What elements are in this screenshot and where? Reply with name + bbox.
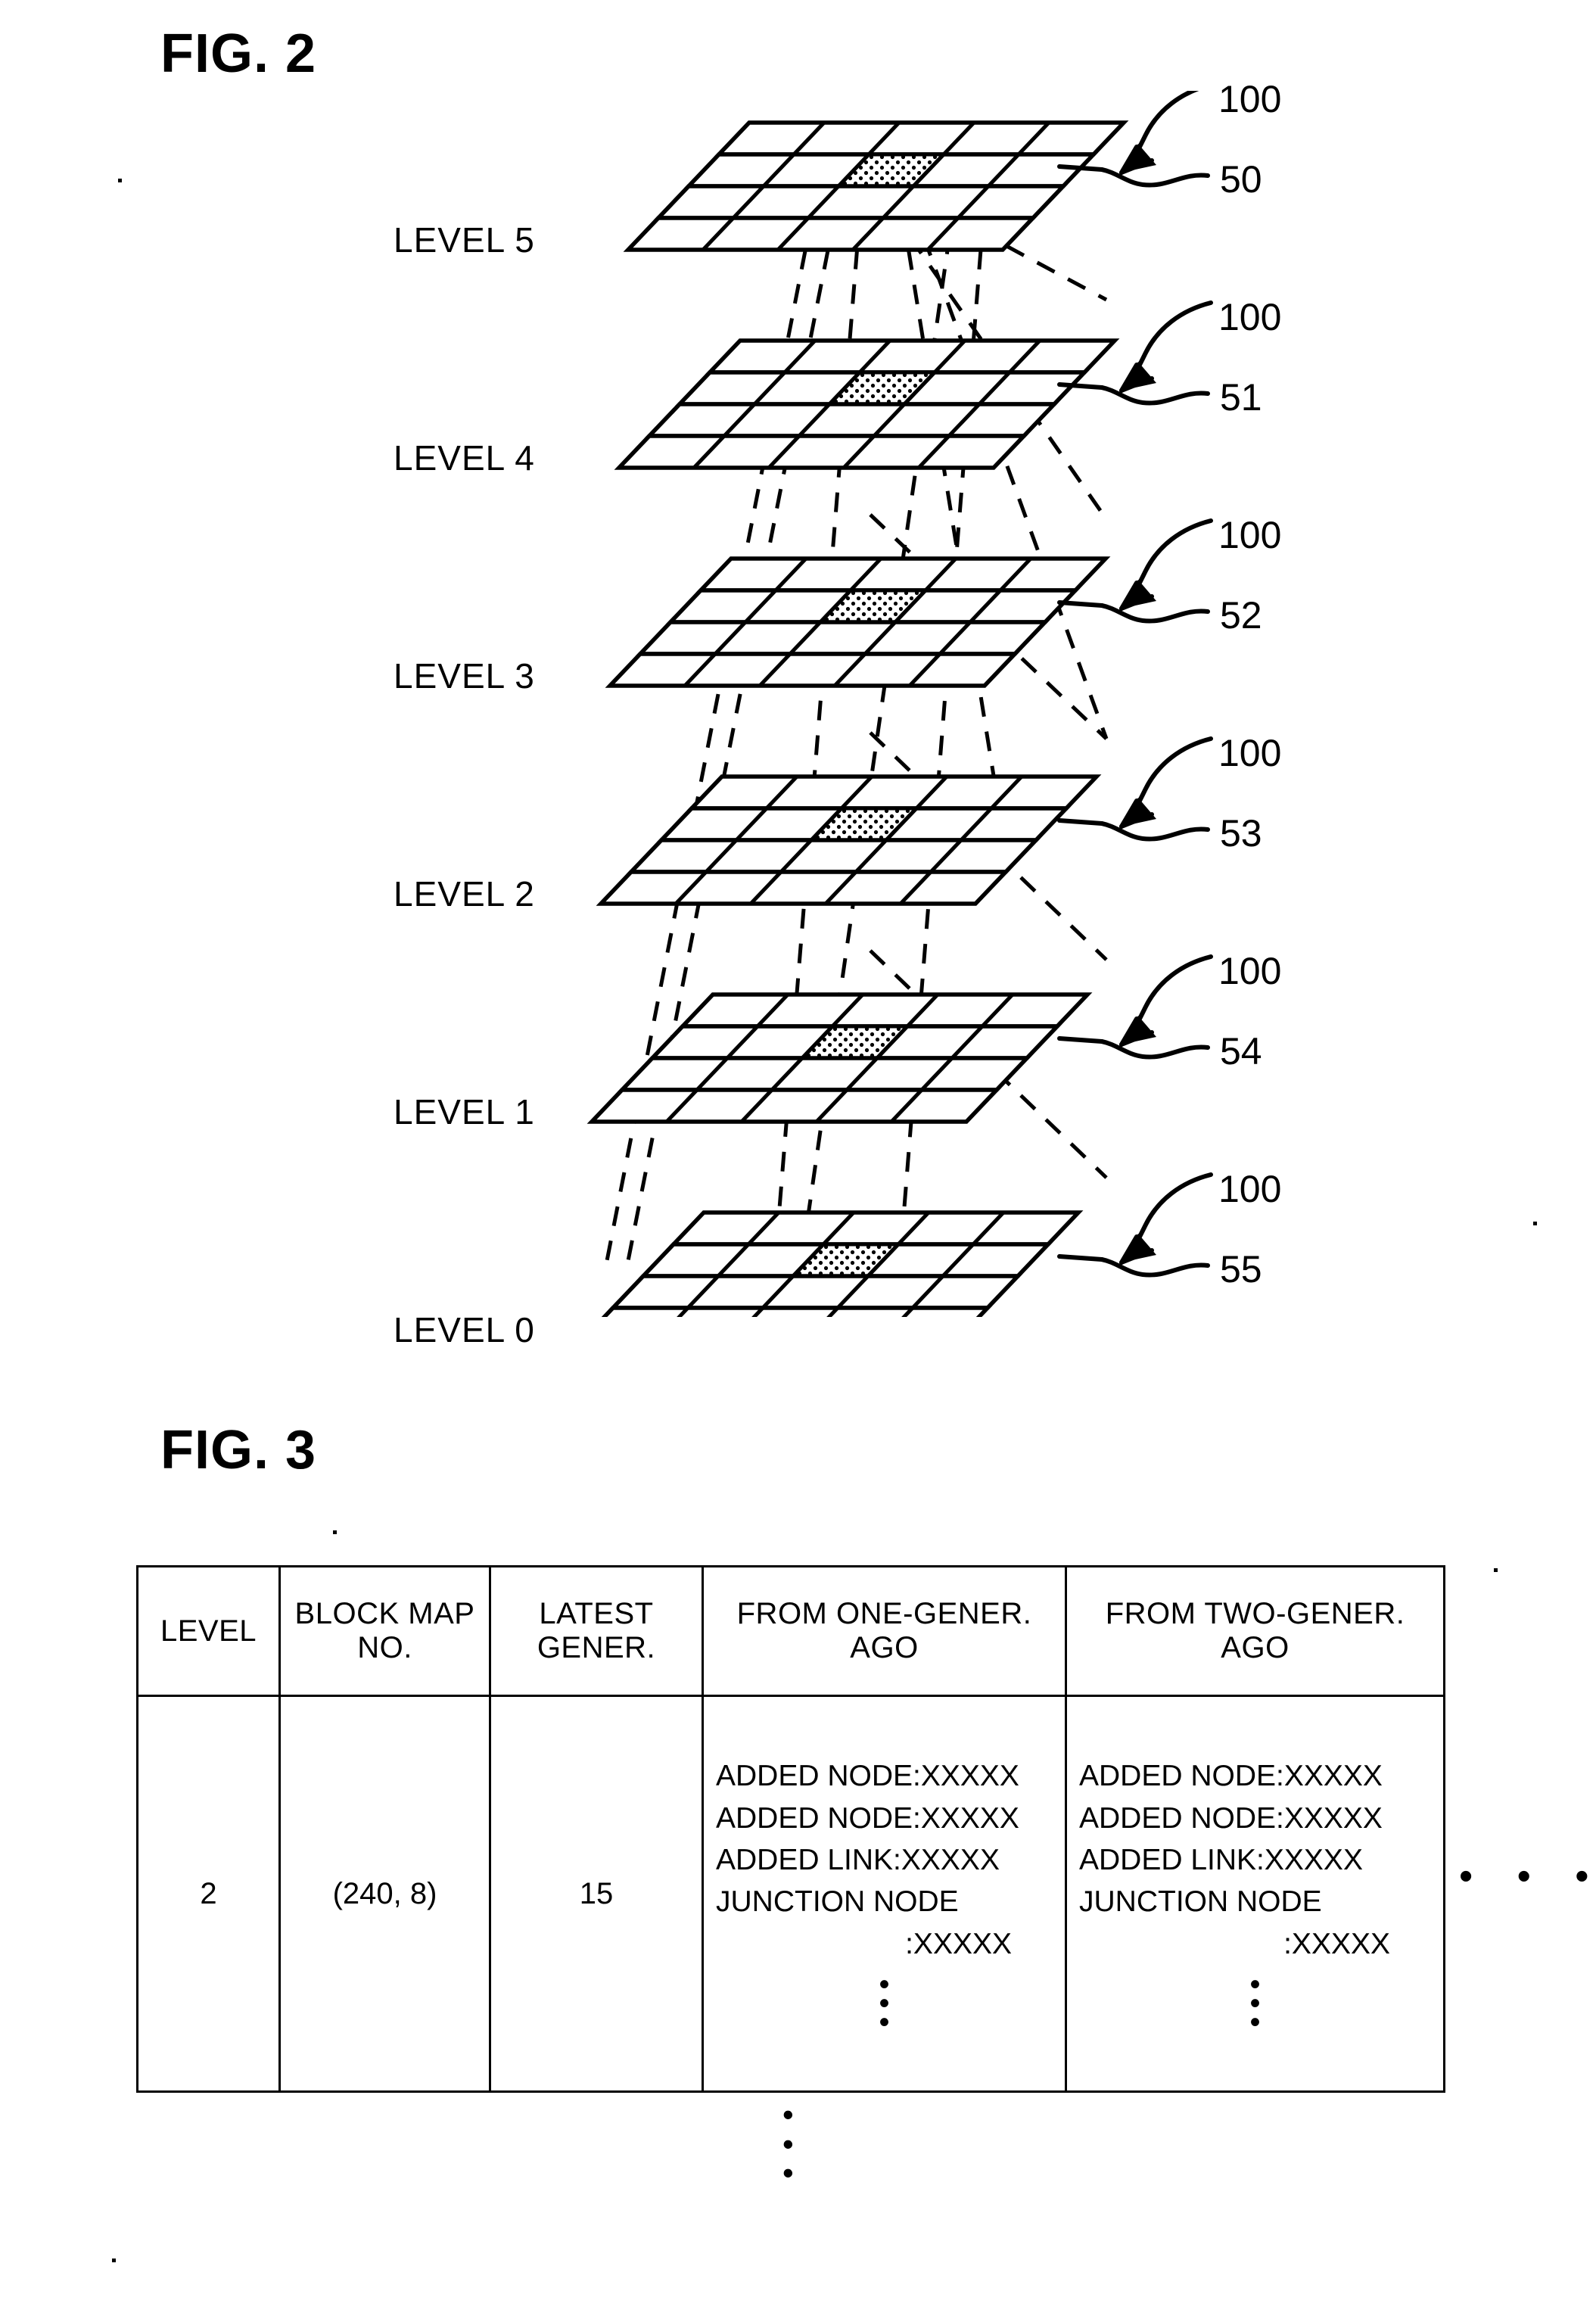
level-label-3: LEVEL 3 [394,656,535,696]
cell-one-line-2: ADDED NODE:XXXXX [716,1801,1019,1835]
column-header-from-one-gener-ago-line2: AGO [850,1631,919,1664]
column-header-block-map-no-line2: NO. [357,1631,412,1664]
cell-one-vertical-ellipsis: • • • [704,1969,1065,2039]
figure-2-title: FIG. 2 [160,23,317,84]
scan-speckle [118,179,122,182]
table-row: 2 (240, 8) 15 ADDED NODE:XXXXX ADDED NOD… [136,1695,1445,2093]
column-header-level: LEVEL [136,1565,281,1697]
patent-figure-page: FIG. 2 LEVEL 5 LEVEL 4 LEVEL 3 LEVEL 2 L… [0,0,1596,2313]
table-header: LEVEL BLOCK MAP NO. LATEST GENER. FROM O… [136,1565,1445,1697]
table-right-ellipsis: • • • [1459,1854,1596,1898]
cell-two-line-4: JUNCTION NODE [1079,1885,1322,1919]
level-label-5: LEVEL 5 [394,220,535,260]
cell-from-one-gener-ago: ADDED NODE:XXXXX ADDED NODE:XXXXX ADDED … [702,1695,1067,2093]
cell-two-dot-3: • [1249,2005,1261,2039]
column-header-from-two-gener-ago-line2: AGO [1221,1631,1290,1664]
ref-numeral-100-level0: 100 [1218,1168,1282,1210]
scan-speckle [333,1530,337,1534]
cell-one-line-1: ADDED NODE:XXXXX [716,1760,1019,1793]
cell-two-line-3: ADDED LINK:XXXXX [1079,1844,1363,1877]
cell-two-line-5: :XXXXX [1283,1927,1390,1960]
table-body: 2 (240, 8) 15 ADDED NODE:XXXXX ADDED NOD… [136,1695,1445,2093]
level-mesh-5 [628,123,1124,250]
ref-numeral-53: 53 [1220,812,1262,855]
cell-one-line-3: ADDED LINK:XXXXX [716,1844,1000,1877]
level-label-0: LEVEL 0 [394,1310,535,1350]
figure-2-diagram: LEVEL 5 LEVEL 4 LEVEL 3 LEVEL 2 LEVEL 1 … [0,78,1596,1350]
scan-speckle [1533,1222,1537,1225]
figure-3-table-wrapper: LEVEL BLOCK MAP NO. LATEST GENER. FROM O… [136,1565,1445,2093]
ref-numeral-54: 54 [1220,1030,1262,1072]
column-header-from-two-gener-ago: FROM TWO-GENER. AGO [1065,1565,1445,1697]
ref-numeral-100-level3: 100 [1218,514,1282,556]
level-mesh-0 [583,1213,1078,1317]
leaders-mesh-ref [1059,167,1208,1275]
column-header-block-map-no-line1: BLOCK MAP [294,1597,475,1631]
ref-numeral-52: 52 [1220,594,1262,637]
ref-numeral-100-level2: 100 [1218,732,1282,774]
scan-speckle [112,2259,116,2262]
column-header-from-one-gener-ago: FROM ONE-GENER. AGO [702,1565,1067,1697]
level-stack-svg [0,91,1596,1317]
column-header-from-one-gener-ago-line1: FROM ONE-GENER. [736,1597,1032,1631]
ref-numeral-100-level5: 100 [1218,78,1282,120]
figure-3-title: FIG. 3 [160,1420,317,1480]
cell-two-line-2: ADDED NODE:XXXXX [1079,1801,1383,1835]
generation-history-table: LEVEL BLOCK MAP NO. LATEST GENER. FROM O… [136,1565,1445,2093]
table-below-ellipsis: • • • [782,2097,794,2191]
cell-two-line-1: ADDED NODE:XXXXX [1079,1760,1383,1793]
cell-two-vertical-ellipsis: • • • [1067,1969,1443,2039]
level-label-1: LEVEL 1 [394,1092,535,1132]
cell-one-dot-3: • [879,2005,890,2039]
column-header-level-line1: LEVEL [160,1614,257,1648]
level-label-2: LEVEL 2 [394,874,535,914]
cell-one-line-4: JUNCTION NODE [716,1885,959,1919]
cell-block-map-no: (240, 8) [278,1695,491,2093]
table-header-row: LEVEL BLOCK MAP NO. LATEST GENER. FROM O… [136,1565,1445,1697]
level-mesh-2 [601,777,1097,904]
level-mesh-1 [592,995,1087,1122]
cell-latest-gener: 15 [489,1695,704,2093]
cell-level: 2 [136,1695,281,2093]
column-header-latest-gener-line2: GENER. [537,1631,656,1664]
leaders-100 [1122,91,1211,1262]
below-dot-1: • [782,2097,794,2132]
level-label-4: LEVEL 4 [394,438,535,478]
column-header-latest-gener: LATEST GENER. [489,1565,704,1697]
column-header-latest-gener-line1: LATEST [539,1597,654,1631]
below-dot-3: • [782,2155,794,2191]
column-header-from-two-gener-ago-line1: FROM TWO-GENER. [1105,1597,1405,1631]
level-mesh-4 [619,341,1115,468]
ref-numeral-100-level4: 100 [1218,296,1282,338]
ref-numeral-100-level1: 100 [1218,950,1282,992]
scan-speckle [1494,1568,1498,1572]
cell-from-two-gener-ago: ADDED NODE:XXXXX ADDED NODE:XXXXX ADDED … [1065,1695,1445,2093]
column-header-block-map-no: BLOCK MAP NO. [278,1565,491,1697]
cell-one-line-5: :XXXXX [905,1927,1012,1960]
ref-numeral-50: 50 [1220,158,1262,201]
ref-numeral-55: 55 [1220,1248,1262,1290]
ref-numeral-51: 51 [1220,376,1262,419]
